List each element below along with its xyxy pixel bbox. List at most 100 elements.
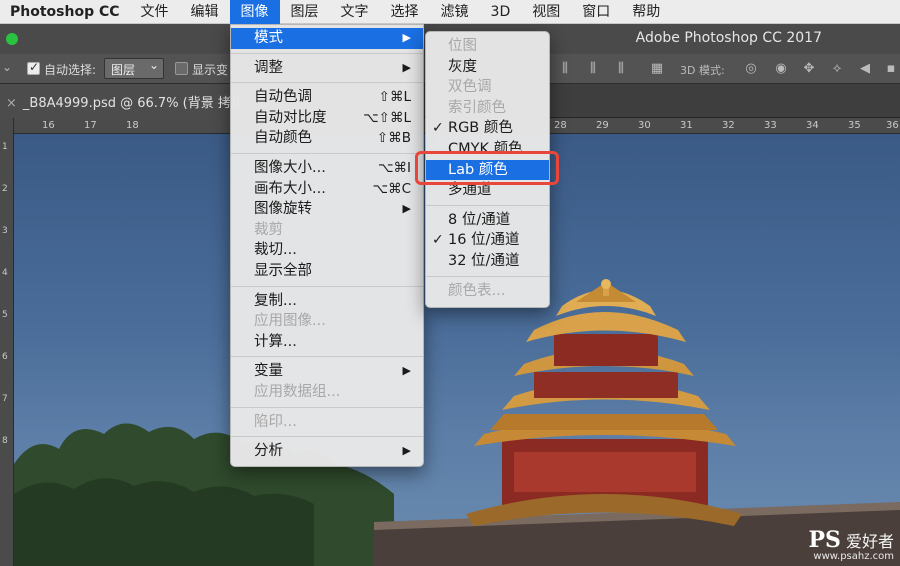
menu-separator: [231, 406, 423, 408]
menu-item-label: 裁剪: [254, 221, 283, 238]
menu-item-shortcut: ⇧⌘L: [378, 89, 411, 106]
menu-item-label: 模式: [254, 30, 283, 46]
menu-item-label: 自动色调: [254, 89, 312, 106]
menu-item-label: 灰度: [448, 58, 477, 75]
app-menu[interactable]: Photoshop CC: [0, 4, 130, 20]
menu-separator: [231, 356, 423, 358]
image-menu-item-6[interactable]: 自动颜色 ⇧⌘B: [231, 128, 423, 149]
checkmark-icon: ✓: [432, 232, 444, 249]
ruler-tick-label: 34: [806, 120, 819, 131]
menu-item-label: 8 位/通道: [448, 211, 511, 228]
menu-item-label: 图像大小...: [254, 159, 326, 176]
window-zoom-button[interactable]: [6, 33, 18, 45]
image-menu-item-13[interactable]: 显示全部: [231, 261, 423, 282]
menu-separator: [231, 82, 423, 84]
3d-camera-icon[interactable]: ◀: [858, 61, 872, 77]
menu-separator: [231, 152, 423, 154]
submenu-arrow-icon: ▶: [402, 364, 411, 378]
3d-orbit-icon[interactable]: ◎: [744, 61, 758, 77]
image-menu-item-5[interactable]: 自动对比度 ⌥⇧⌘L: [231, 108, 423, 129]
mode-menu-item-0: 位图: [426, 36, 549, 57]
menu-item-label: 自动颜色: [254, 130, 312, 147]
3d-drag-icon[interactable]: ✥: [802, 61, 816, 77]
image-menu-item-19[interactable]: 变量 ▶: [231, 361, 423, 382]
ruler-tick-label: 30: [638, 120, 651, 131]
ruler-tick-label: 33: [764, 120, 777, 131]
checkmark-icon: ✓: [432, 120, 444, 137]
ruler-tick-label: 4: [2, 268, 8, 278]
menu-3d[interactable]: 3D: [480, 0, 522, 24]
mode-menu-item-3: 索引颜色: [426, 98, 549, 119]
tool-preset-chevron-icon[interactable]: ⌄: [2, 60, 12, 74]
tower: [466, 279, 742, 526]
menu-bar: Photoshop CC 文件 编辑 图像 图层 文字 选择 滤镜 3D 视图 …: [0, 0, 900, 24]
align-middle-icon[interactable]: ⫼: [586, 61, 600, 77]
image-menu-item-0[interactable]: 模式 ▶: [231, 28, 423, 49]
3d-slide-icon[interactable]: ⟡: [830, 61, 844, 77]
submenu-arrow-icon: ▶: [402, 60, 411, 74]
ruler-tick-label: 3: [2, 226, 8, 236]
3d-mode-label: 3D 模式:: [680, 64, 725, 77]
image-menu-item-2[interactable]: 调整 ▶: [231, 58, 423, 79]
mode-menu-item-10[interactable]: ✓ 16 位/通道: [426, 230, 549, 251]
menu-separator: [231, 52, 423, 54]
menu-filter[interactable]: 滤镜: [430, 0, 480, 24]
document-tab[interactable]: × _B8A4999.psd @ 66.7% (背景 拷贝: [0, 84, 240, 118]
ruler-tick-label: 5: [2, 310, 8, 320]
menu-image[interactable]: 图像: [229, 0, 280, 24]
ruler-tick-label: 16: [42, 120, 55, 131]
close-tab-icon[interactable]: ×: [6, 96, 17, 111]
menu-item-label: 陷印...: [254, 413, 297, 430]
align-top-icon[interactable]: ⫼: [558, 61, 572, 77]
menu-layer[interactable]: 图层: [280, 0, 330, 24]
ruler-tick-label: 35: [848, 120, 861, 131]
watermark-cn: 爱好者: [845, 532, 894, 551]
image-menu-item-4[interactable]: 自动色调 ⇧⌘L: [231, 87, 423, 108]
menu-separator: [231, 436, 423, 438]
3d-scale-icon[interactable]: ▪: [884, 61, 898, 77]
menu-file[interactable]: 文件: [130, 0, 180, 24]
image-menu-item-10[interactable]: 图像旋转 ▶: [231, 199, 423, 220]
mode-menu-item-9[interactable]: 8 位/通道: [426, 210, 549, 231]
menu-item-shortcut: ⌥⌘I: [377, 159, 411, 176]
mode-menu-item-11[interactable]: 32 位/通道: [426, 251, 549, 272]
menu-item-label: 应用数据组...: [254, 383, 341, 400]
image-menu-item-9[interactable]: 画布大小... ⌥⌘C: [231, 179, 423, 200]
auto-align-icon[interactable]: ▦: [650, 61, 664, 77]
show-transform-checkbox[interactable]: [175, 62, 188, 75]
image-menu-item-15[interactable]: 复制...: [231, 291, 423, 312]
ruler-tick-label: 32: [722, 120, 735, 131]
image-menu-item-12[interactable]: 裁切...: [231, 240, 423, 261]
menu-view[interactable]: 视图: [521, 0, 571, 24]
watermark-url: www.psahz.com: [813, 551, 894, 562]
menu-item-label: 画布大小...: [254, 180, 326, 197]
ruler-tick-label: 2: [2, 184, 8, 194]
menu-item-shortcut: ⌥⇧⌘L: [363, 109, 411, 126]
image-menu-item-8[interactable]: 图像大小... ⌥⌘I: [231, 158, 423, 179]
mode-menu-item-1[interactable]: 灰度: [426, 57, 549, 78]
auto-select-checkbox[interactable]: [27, 60, 40, 75]
ruler-tick-label: 18: [126, 120, 139, 131]
menu-item-label: 调整: [254, 59, 283, 76]
menu-window[interactable]: 窗口: [571, 0, 621, 24]
3d-roll-icon[interactable]: ◉: [774, 61, 788, 77]
menu-help[interactable]: 帮助: [621, 0, 671, 24]
align-bottom-icon[interactable]: ⫼: [614, 61, 628, 77]
menu-item-label: 双色调: [448, 79, 492, 96]
submenu-arrow-icon: ▶: [402, 444, 411, 458]
image-menu-item-24[interactable]: 分析 ▶: [231, 441, 423, 462]
ruler-tick-label: 28: [554, 120, 567, 131]
auto-select-dropdown[interactable]: 图层: [104, 58, 164, 79]
image-menu-item-17[interactable]: 计算...: [231, 332, 423, 353]
mode-menu-item-4[interactable]: ✓ RGB 颜色: [426, 118, 549, 139]
menu-type[interactable]: 文字: [330, 0, 380, 24]
ruler-tick-label: 31: [680, 120, 693, 131]
menu-item-shortcut: ⇧⌘B: [376, 130, 411, 147]
menu-edit[interactable]: 编辑: [180, 0, 230, 24]
watermark: PS 爱好者 www.psahz.com: [808, 527, 894, 562]
menu-item-label: 显示全部: [254, 262, 312, 279]
menu-item-label: 颜色表...: [448, 282, 506, 299]
image-menu-item-22: 陷印...: [231, 412, 423, 433]
menu-item-label: 索引颜色: [448, 99, 506, 116]
menu-select[interactable]: 选择: [380, 0, 430, 24]
